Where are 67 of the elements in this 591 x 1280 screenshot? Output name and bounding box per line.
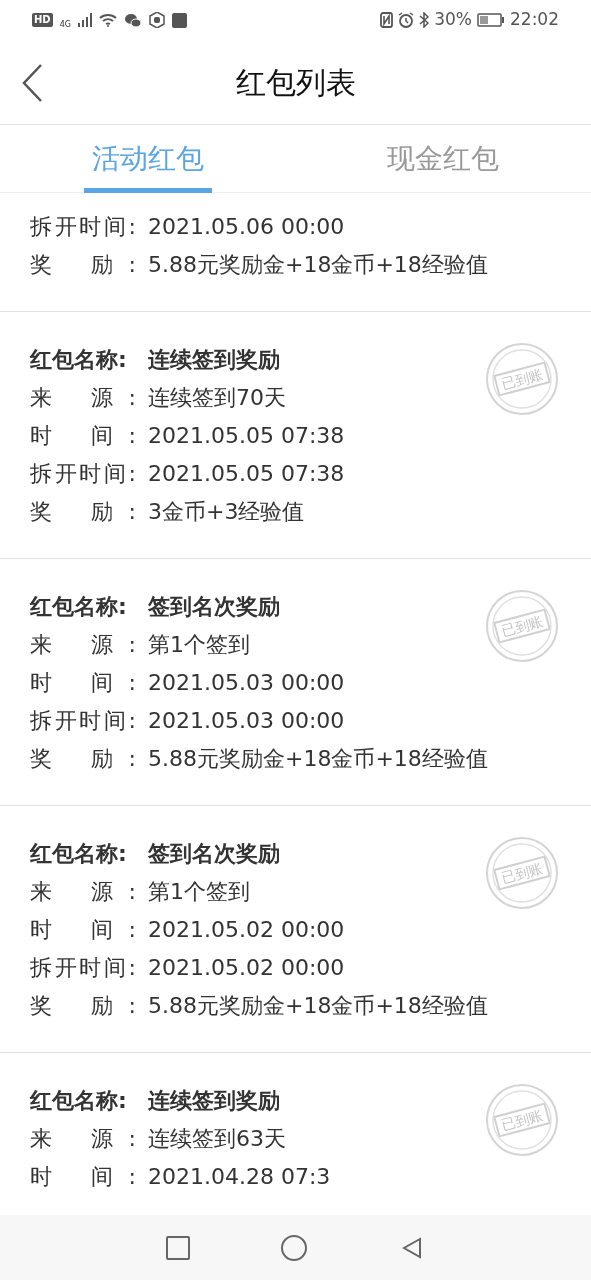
field-value: 连续签到70天 [148, 383, 286, 412]
field-label: 来 源: [30, 877, 136, 906]
field-label: 时 间: [30, 421, 136, 450]
field-label: 拆开时间: [30, 212, 136, 241]
field-value: 第1个签到 [148, 630, 250, 659]
app-notification-icon [171, 12, 187, 28]
field-label: 来 源: [30, 1124, 136, 1153]
alarm-icon [398, 12, 415, 28]
field-label: 奖 励: [30, 991, 136, 1020]
field-value: 5.88元奖励金+18金币+18经验值 [148, 744, 488, 773]
field-value: 2021.05.02 00:00 [148, 915, 345, 944]
stamp-ring-icon [485, 836, 559, 910]
signal-icon [77, 13, 92, 27]
field-value: 2021.05.05 07:38 [148, 459, 345, 488]
tab[interactable]: 活动红包 [0, 125, 296, 192]
chat-bubbles-icon [123, 12, 142, 28]
field-value: 2021.05.05 07:38 [148, 421, 345, 450]
reward-name: 签到名次奖励 [148, 839, 280, 868]
field-value: 2021.05.03 00:00 [148, 706, 345, 735]
field-label: 红包名称: [30, 592, 128, 621]
field-value: 5.88元奖励金+18金币+18经验值 [148, 991, 488, 1020]
recents-button[interactable] [165, 1235, 190, 1260]
field-label: 红包名称: [30, 345, 128, 374]
field-value: 2021.04.28 07:3 [148, 1162, 331, 1191]
back-icon [21, 63, 43, 103]
field-label: 来 源: [30, 383, 136, 412]
field-value: 第1个签到 [148, 877, 250, 906]
field-label: 红包名称: [30, 1086, 128, 1115]
field-label: 奖 励: [30, 497, 136, 526]
field-value: 连续签到63天 [148, 1124, 286, 1153]
field-value: 2021.05.06 00:00 [148, 212, 345, 241]
stamp-ring-icon [485, 1083, 559, 1157]
clock-time: 22:02 [510, 8, 559, 32]
field-label: 拆开时间: [30, 953, 136, 982]
field-label: 时 间: [30, 668, 136, 697]
stamp-ring-icon [485, 589, 559, 663]
field-label: 时 间: [30, 1162, 136, 1191]
field-label: 奖 励: [30, 250, 136, 279]
page-title: 红包列表 [235, 63, 356, 102]
battery-percent: 30% [434, 8, 472, 32]
reward-name: 连续签到奖励 [148, 1086, 280, 1115]
stamp-label: 已到账 [493, 855, 551, 891]
field-value: 2021.05.03 00:00 [148, 668, 345, 697]
reward-name: 签到名次奖励 [148, 592, 280, 621]
field-value: 2021.05.02 00:00 [148, 953, 345, 982]
field-label: 拆开时间: [30, 459, 136, 488]
field-label: 奖 励: [30, 744, 136, 773]
hd-badge-icon: HD [32, 13, 53, 27]
stamp-ring-icon [485, 342, 559, 416]
battery-icon [477, 13, 505, 27]
reward-name: 连续签到奖励 [148, 345, 280, 374]
bluetooth-icon [419, 12, 430, 28]
field-label: 红包名称: [30, 839, 128, 868]
field-value: 5.88元奖励金+18金币+18经验值 [148, 250, 488, 279]
network-type-label: 4G [59, 21, 71, 29]
back-triangle-icon [402, 1236, 423, 1259]
field-label: 拆开时间: [30, 706, 136, 735]
nfc-icon [380, 12, 394, 28]
home-button[interactable] [281, 1234, 308, 1261]
stamp-label: 已到账 [493, 1102, 551, 1138]
field-label: 来 源: [30, 630, 136, 659]
tab[interactable]: 现金红包 [295, 125, 591, 192]
field-label: 时 间: [30, 915, 136, 944]
field-value: 3金币+3经验值 [148, 497, 305, 526]
stamp-label: 已到账 [493, 361, 551, 397]
stamp-label: 已到账 [493, 608, 551, 644]
wifi-icon [98, 13, 117, 27]
